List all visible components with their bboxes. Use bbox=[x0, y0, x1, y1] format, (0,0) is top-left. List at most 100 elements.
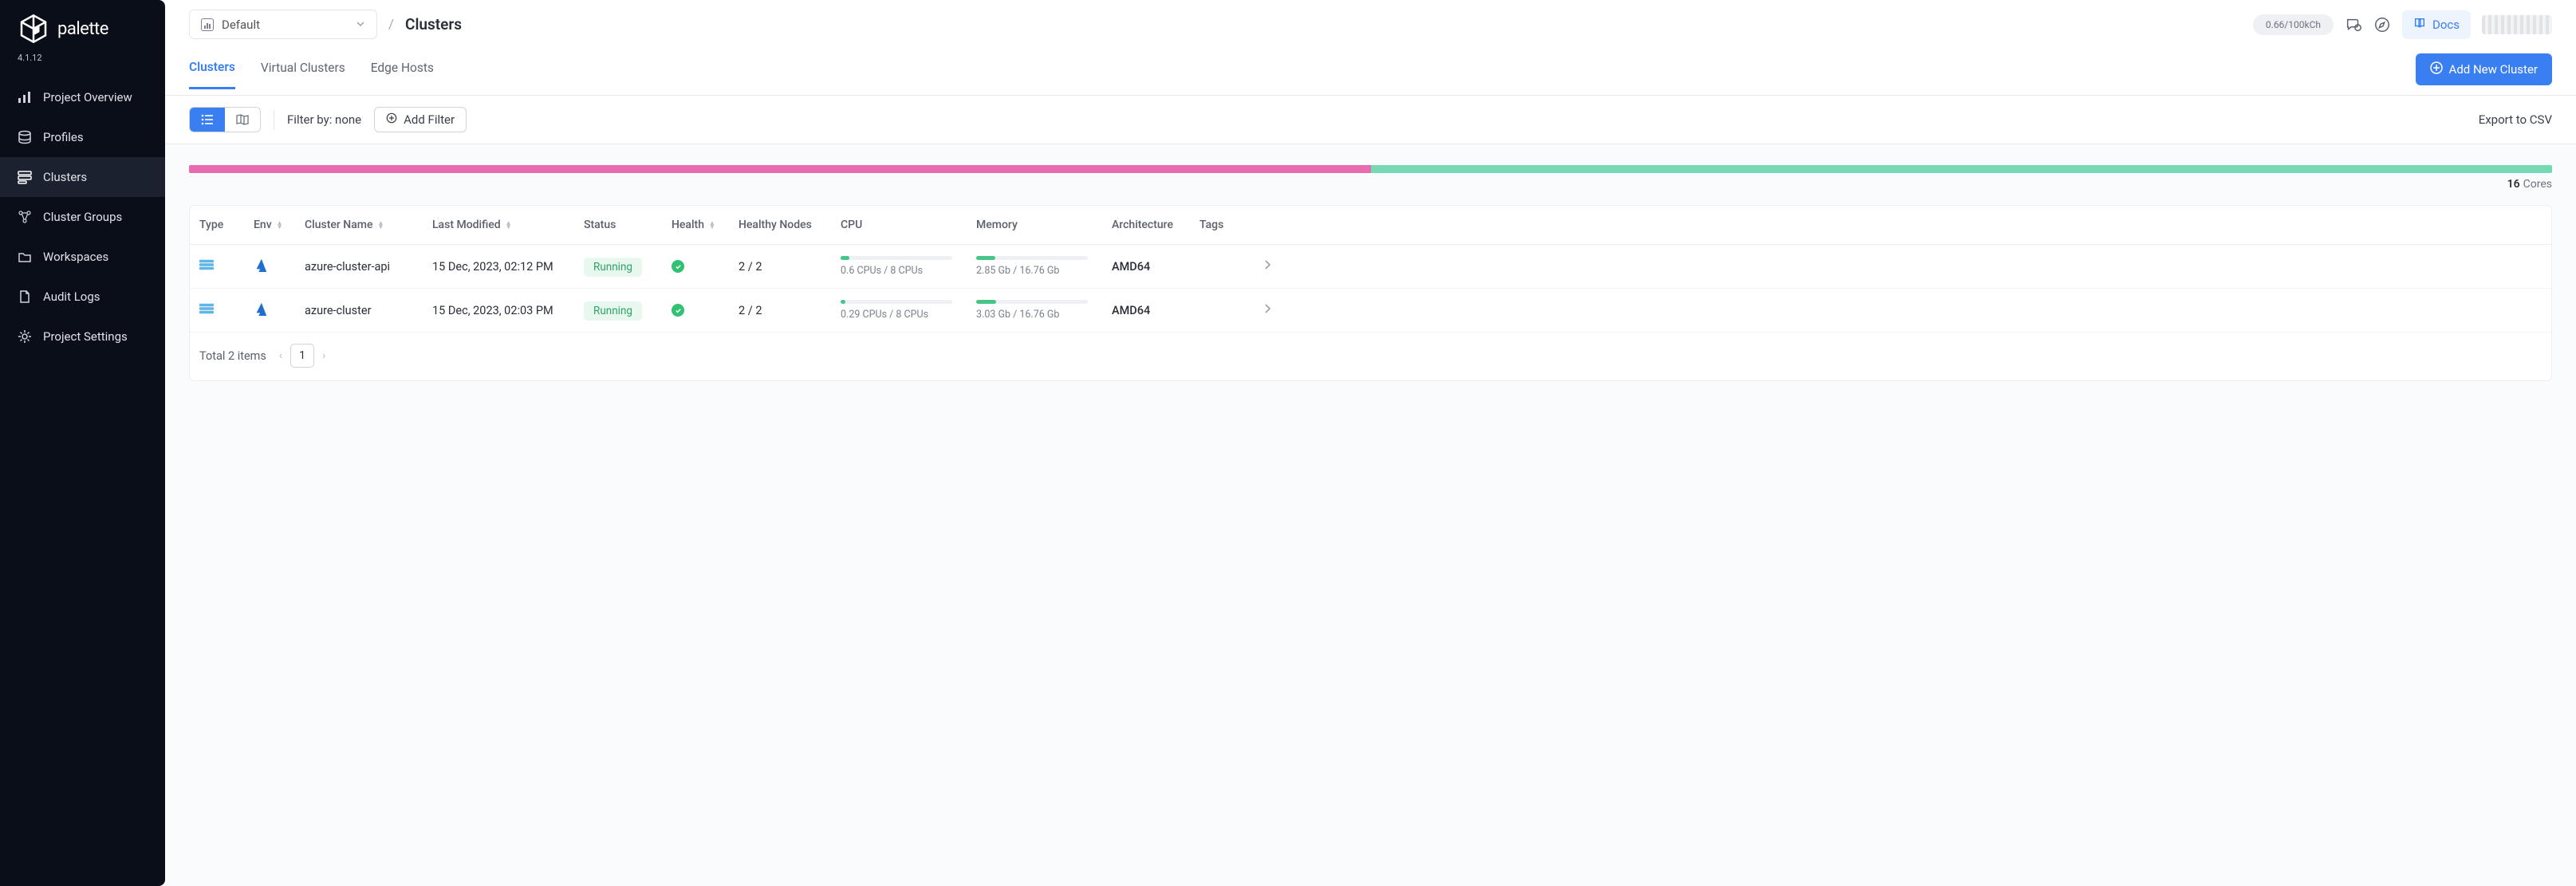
pager-next[interactable]: › bbox=[322, 349, 325, 362]
healthy-nodes-cell: 2 / 2 bbox=[739, 260, 841, 274]
sidebar-item-label: Clusters bbox=[43, 170, 87, 184]
breadcrumb-current: Clusters bbox=[405, 15, 462, 33]
view-toggle bbox=[189, 107, 261, 132]
docs-button[interactable]: Docs bbox=[2402, 10, 2471, 39]
cpu-meter bbox=[841, 300, 952, 304]
compass-icon[interactable] bbox=[2373, 16, 2391, 33]
sidebar-item-audit-logs[interactable]: Audit Logs bbox=[0, 277, 165, 317]
healthy-nodes-cell: 2 / 2 bbox=[739, 304, 841, 317]
main-area: Default / Clusters 0.66/100kCh Docs Clus… bbox=[165, 0, 2576, 886]
sidebar-item-label: Project Overview bbox=[43, 90, 132, 104]
add-filter-button[interactable]: Add Filter bbox=[374, 107, 467, 132]
sidebar-item-cluster-groups[interactable]: Cluster Groups bbox=[0, 197, 165, 237]
tab-clusters[interactable]: Clusters bbox=[189, 60, 235, 89]
sidebar-item-label: Workspaces bbox=[43, 250, 108, 264]
sidebar-item-profiles[interactable]: Profiles bbox=[0, 117, 165, 157]
health-ok-icon bbox=[672, 260, 684, 273]
azure-icon bbox=[254, 258, 268, 272]
sidebar-item-label: Audit Logs bbox=[43, 289, 100, 304]
status-cell: Running bbox=[584, 304, 672, 317]
col-memory[interactable]: Memory bbox=[976, 219, 1112, 231]
sidebar-nav: Project Overview Profiles Clusters Clust… bbox=[0, 77, 165, 356]
pager-current-page[interactable]: 1 bbox=[290, 344, 314, 368]
tab-virtual-clusters[interactable]: Virtual Clusters bbox=[261, 61, 345, 88]
table-row[interactable]: azure-cluster-api 15 Dec, 2023, 02:12 PM… bbox=[190, 245, 2551, 289]
last-modified-cell: 15 Dec, 2023, 02:12 PM bbox=[432, 260, 584, 274]
memory-meter bbox=[976, 300, 1088, 304]
map-view-button[interactable] bbox=[225, 108, 260, 132]
sidebar-item-project-overview[interactable]: Project Overview bbox=[0, 77, 165, 117]
cores-free-segment bbox=[1371, 165, 2553, 173]
cluster-type-icon bbox=[199, 259, 214, 270]
brand-name: palette bbox=[57, 19, 108, 39]
document-icon bbox=[18, 289, 32, 304]
clusters-table: Type Env▲▼ Cluster Name▲▼ Last Modified▲… bbox=[189, 205, 2552, 381]
col-tags[interactable]: Tags bbox=[1199, 219, 1247, 231]
col-architecture[interactable]: Architecture bbox=[1112, 219, 1199, 231]
architecture-cell: AMD64 bbox=[1112, 260, 1199, 274]
bar-chart-icon bbox=[18, 90, 32, 104]
cores-used-segment bbox=[189, 165, 1371, 173]
status-badge: Running bbox=[584, 301, 642, 321]
cpu-cell: 0.6 CPUs / 8 CPUs bbox=[841, 256, 976, 277]
gear-icon bbox=[18, 329, 32, 344]
col-status[interactable]: Status bbox=[584, 219, 672, 231]
memory-cell: 3.03 Gb / 16.76 Gb bbox=[976, 300, 1112, 321]
sort-icon: ▲▼ bbox=[506, 221, 512, 229]
add-filter-label: Add Filter bbox=[404, 112, 455, 127]
col-last-modified[interactable]: Last Modified▲▼ bbox=[432, 219, 584, 231]
col-type[interactable]: Type bbox=[199, 219, 254, 231]
sidebar-item-label: Project Settings bbox=[43, 329, 128, 344]
pager-prev[interactable]: ‹ bbox=[279, 349, 282, 362]
export-csv-button[interactable]: Export to CSV bbox=[2479, 112, 2552, 127]
col-healthy-nodes[interactable]: Healthy Nodes bbox=[739, 219, 841, 231]
cpu-meter bbox=[841, 256, 952, 260]
palette-logo-icon bbox=[18, 13, 49, 45]
cluster-name-cell: azure-cluster bbox=[305, 304, 432, 317]
col-env[interactable]: Env▲▼ bbox=[254, 219, 305, 231]
chevron-right-icon bbox=[1247, 303, 1271, 317]
scope-selector[interactable]: Default bbox=[189, 10, 377, 39]
clusters-icon bbox=[18, 170, 32, 184]
table-footer: Total 2 items ‹ 1 › bbox=[190, 333, 2551, 372]
sidebar-item-workspaces[interactable]: Workspaces bbox=[0, 237, 165, 277]
sort-icon: ▲▼ bbox=[709, 221, 715, 229]
col-cpu[interactable]: CPU bbox=[841, 219, 976, 231]
sidebar-item-label: Cluster Groups bbox=[43, 210, 122, 224]
health-cell bbox=[672, 260, 739, 273]
architecture-cell: AMD64 bbox=[1112, 304, 1199, 317]
brand: palette bbox=[0, 0, 165, 53]
scope-label: Default bbox=[222, 18, 348, 32]
table-row[interactable]: azure-cluster 15 Dec, 2023, 02:03 PM Run… bbox=[190, 289, 2551, 333]
list-view-button[interactable] bbox=[190, 108, 225, 132]
content: 16Cores Type Env▲▼ Cluster Name▲▼ Last M… bbox=[165, 144, 2576, 886]
chat-icon[interactable] bbox=[2345, 16, 2362, 33]
add-new-cluster-button[interactable]: Add New Cluster bbox=[2416, 53, 2552, 85]
total-items: Total 2 items bbox=[199, 349, 266, 363]
memory-meter bbox=[976, 256, 1088, 260]
sidebar-item-clusters[interactable]: Clusters bbox=[0, 157, 165, 197]
env-cell bbox=[254, 258, 305, 275]
user-menu[interactable] bbox=[2482, 15, 2552, 34]
cpu-cell: 0.29 CPUs / 8 CPUs bbox=[841, 300, 976, 321]
chevron-down-icon bbox=[356, 17, 365, 32]
topbar: Default / Clusters 0.66/100kCh Docs bbox=[165, 0, 2576, 39]
health-cell bbox=[672, 304, 739, 317]
plus-circle-icon bbox=[2430, 61, 2443, 77]
filter-row: Filter by: none Add Filter Export to CSV bbox=[165, 96, 2576, 144]
chevron-right-icon bbox=[1247, 259, 1271, 274]
credits-badge[interactable]: 0.66/100kCh bbox=[2253, 14, 2334, 35]
health-ok-icon bbox=[672, 304, 684, 317]
tab-edge-hosts[interactable]: Edge Hosts bbox=[371, 61, 434, 88]
pagination: ‹ 1 › bbox=[279, 344, 325, 368]
plus-circle-icon bbox=[386, 112, 397, 127]
app-version: 4.1.12 bbox=[0, 53, 165, 77]
azure-icon bbox=[254, 301, 268, 316]
sidebar-item-project-settings[interactable]: Project Settings bbox=[0, 317, 165, 356]
cores-usage-bar bbox=[189, 165, 2552, 173]
cluster-type-icon bbox=[199, 303, 214, 314]
col-cluster-name[interactable]: Cluster Name▲▼ bbox=[305, 219, 432, 231]
sidebar-item-label: Profiles bbox=[43, 130, 84, 144]
col-health[interactable]: Health▲▼ bbox=[672, 219, 739, 231]
stack-icon bbox=[18, 130, 32, 144]
